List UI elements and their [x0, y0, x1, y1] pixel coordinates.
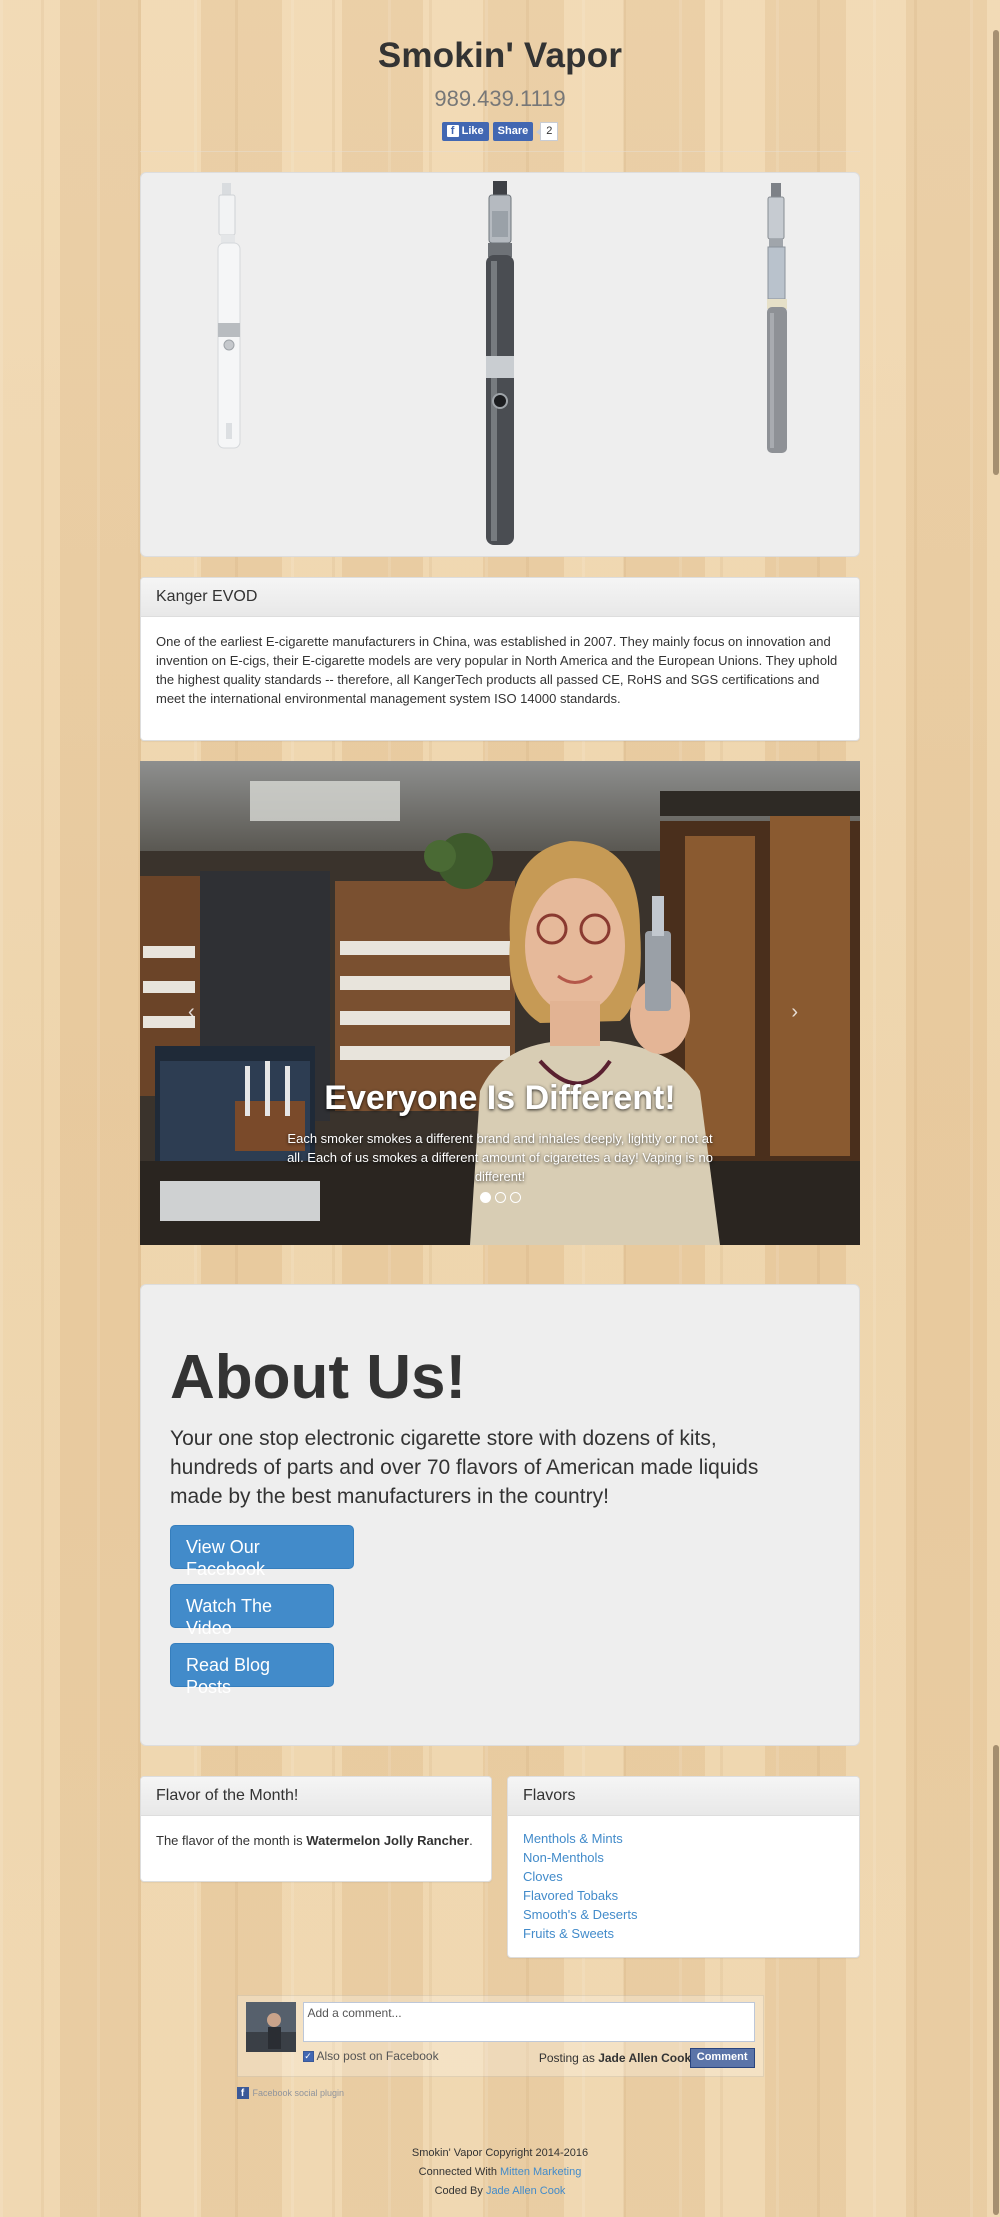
footer: Smokin' Vapor Copyright 2014-2016 Connec… [140, 2144, 860, 2201]
about-heading: About Us! [170, 1343, 467, 1412]
fb-like-label: Like [461, 124, 484, 137]
flavor-of-month-body: The flavor of the month is Watermelon Jo… [141, 1816, 491, 1865]
carousel-indicator-2[interactable] [494, 1192, 506, 1203]
fb-like-count: 2 [536, 121, 559, 141]
fb-share-label: Share [497, 124, 529, 137]
carousel-text: Each smoker smokes a different brand and… [287, 1131, 713, 1184]
flavor-of-month-suffix: . [469, 1833, 473, 1848]
about-text: Your one stop electronic cigarette store… [170, 1427, 759, 1508]
plugin-label-text: Facebook social plugin [252, 2088, 345, 2098]
flavors-card: Flavors Menthols & Mints Non-Menthols Cl… [507, 1776, 860, 1958]
carousel[interactable]: ‹ › Everyone Is Different! Each smoker s… [140, 761, 860, 1245]
facebook-comments: Add a comment... ✓ Also post on Facebook… [236, 1995, 764, 2105]
flavors-list: Menthols & Mints Non-Menthols Cloves Fla… [508, 1816, 859, 1957]
checkbox-checked-icon: ✓ [302, 2050, 314, 2062]
product-card-title: Kanger EVOD [141, 578, 859, 617]
flavor-of-month-title: Flavor of the Month! [141, 1777, 491, 1816]
avatar [245, 2002, 296, 2052]
page-scrollbar[interactable] [990, 0, 1000, 2217]
flavor-link-non-menthols[interactable]: Non-Menthols [523, 1848, 844, 1867]
footer-connected: Connected With Mitten Marketing [140, 2163, 860, 2182]
fb-like-button[interactable]: f Like [441, 121, 489, 141]
site-title: Smokin' Vapor [377, 36, 623, 75]
also-post-label: Also post on Facebook [316, 2049, 439, 2063]
carousel-indicators [140, 1192, 860, 1203]
footer-connected-prefix: Connected With [418, 2166, 500, 2178]
facebook-plugin-label[interactable]: f Facebook social plugin [236, 2087, 345, 2099]
flavor-of-month-prefix: The flavor of the month is [156, 1833, 307, 1848]
view-facebook-button[interactable]: View Our Facebook [170, 1525, 354, 1579]
footer-copyright: Smokin' Vapor Copyright 2014-2016 [411, 2147, 589, 2159]
white-evod-pen-image [217, 183, 241, 449]
flavor-link-cloves[interactable]: Cloves [523, 1867, 844, 1886]
scrollbar-thumb-top[interactable] [993, 30, 999, 475]
black-evod-pen-image [486, 181, 514, 545]
posting-as-prefix: Posting as [538, 2051, 599, 2065]
flavor-of-month-card: Flavor of the Month! The flavor of the m… [140, 1776, 492, 1882]
facebook-icon: f [446, 125, 459, 137]
flavor-link-menthols[interactable]: Menthols & Mints [523, 1829, 844, 1848]
footer-coded-prefix: Coded By [434, 2185, 486, 2197]
flavor-link-smooths-deserts[interactable]: Smooth's & Deserts [523, 1905, 844, 1924]
flavor-of-month-name: Watermelon Jolly Rancher [306, 1833, 470, 1848]
about-us-section: About Us! Your one stop electronic cigar… [140, 1284, 860, 1746]
product-description-card: Kanger EVOD One of the earliest E-cigare… [140, 577, 860, 741]
chevron-left-icon[interactable]: ‹ [188, 1001, 195, 1024]
footer-coded: Coded By Jade Allen Cook [140, 2182, 860, 2201]
product-image-panel [140, 172, 860, 557]
flavors-title: Flavors [508, 1777, 859, 1816]
author-link[interactable]: Jade Allen Cook [486, 2185, 566, 2197]
avatar-image [245, 2002, 296, 2052]
flavor-link-fruits-sweets[interactable]: Fruits & Sweets [523, 1924, 844, 1943]
site-header: Smokin' Vapor 989.439.1119 f Like Share … [140, 0, 860, 152]
read-blog-button[interactable]: Read Blog Posts [170, 1643, 334, 1697]
grey-evod-pen-image [767, 183, 787, 453]
also-post-checkbox[interactable]: ✓ Also post on Facebook [302, 2049, 439, 2063]
carousel-indicator-3[interactable] [509, 1192, 521, 1203]
carousel-heading: Everyone Is Different! [324, 1079, 676, 1117]
fb-share-button[interactable]: Share [492, 121, 534, 141]
flavor-link-flavored-tobaks[interactable]: Flavored Tobaks [523, 1886, 844, 1905]
flavor-columns: Flavor of the Month! The flavor of the m… [140, 1776, 860, 1958]
scrollbar-thumb-bottom[interactable] [993, 1745, 999, 2215]
facebook-icon: f [236, 2087, 249, 2099]
mitten-marketing-link[interactable]: Mitten Marketing [500, 2166, 581, 2178]
phone-number[interactable]: 989.439.1119 [140, 86, 860, 112]
posting-as-user: Jade Allen Cook [598, 2051, 692, 2065]
watch-video-button[interactable]: Watch The Video [170, 1584, 334, 1638]
chevron-right-icon[interactable]: › [791, 1001, 798, 1024]
header-divider [140, 151, 860, 152]
comment-input[interactable]: Add a comment... [302, 2002, 755, 2042]
carousel-indicator-1[interactable] [479, 1192, 491, 1203]
product-card-body: One of the earliest E-cigarette manufact… [156, 634, 838, 706]
facebook-like-share: f Like Share 2 [140, 121, 860, 141]
comment-box: Add a comment... ✓ Also post on Facebook… [236, 1995, 764, 2077]
comment-button[interactable]: Comment [689, 2048, 755, 2068]
posting-as[interactable]: Posting as Jade Allen Cook ▾ [539, 2051, 701, 2065]
